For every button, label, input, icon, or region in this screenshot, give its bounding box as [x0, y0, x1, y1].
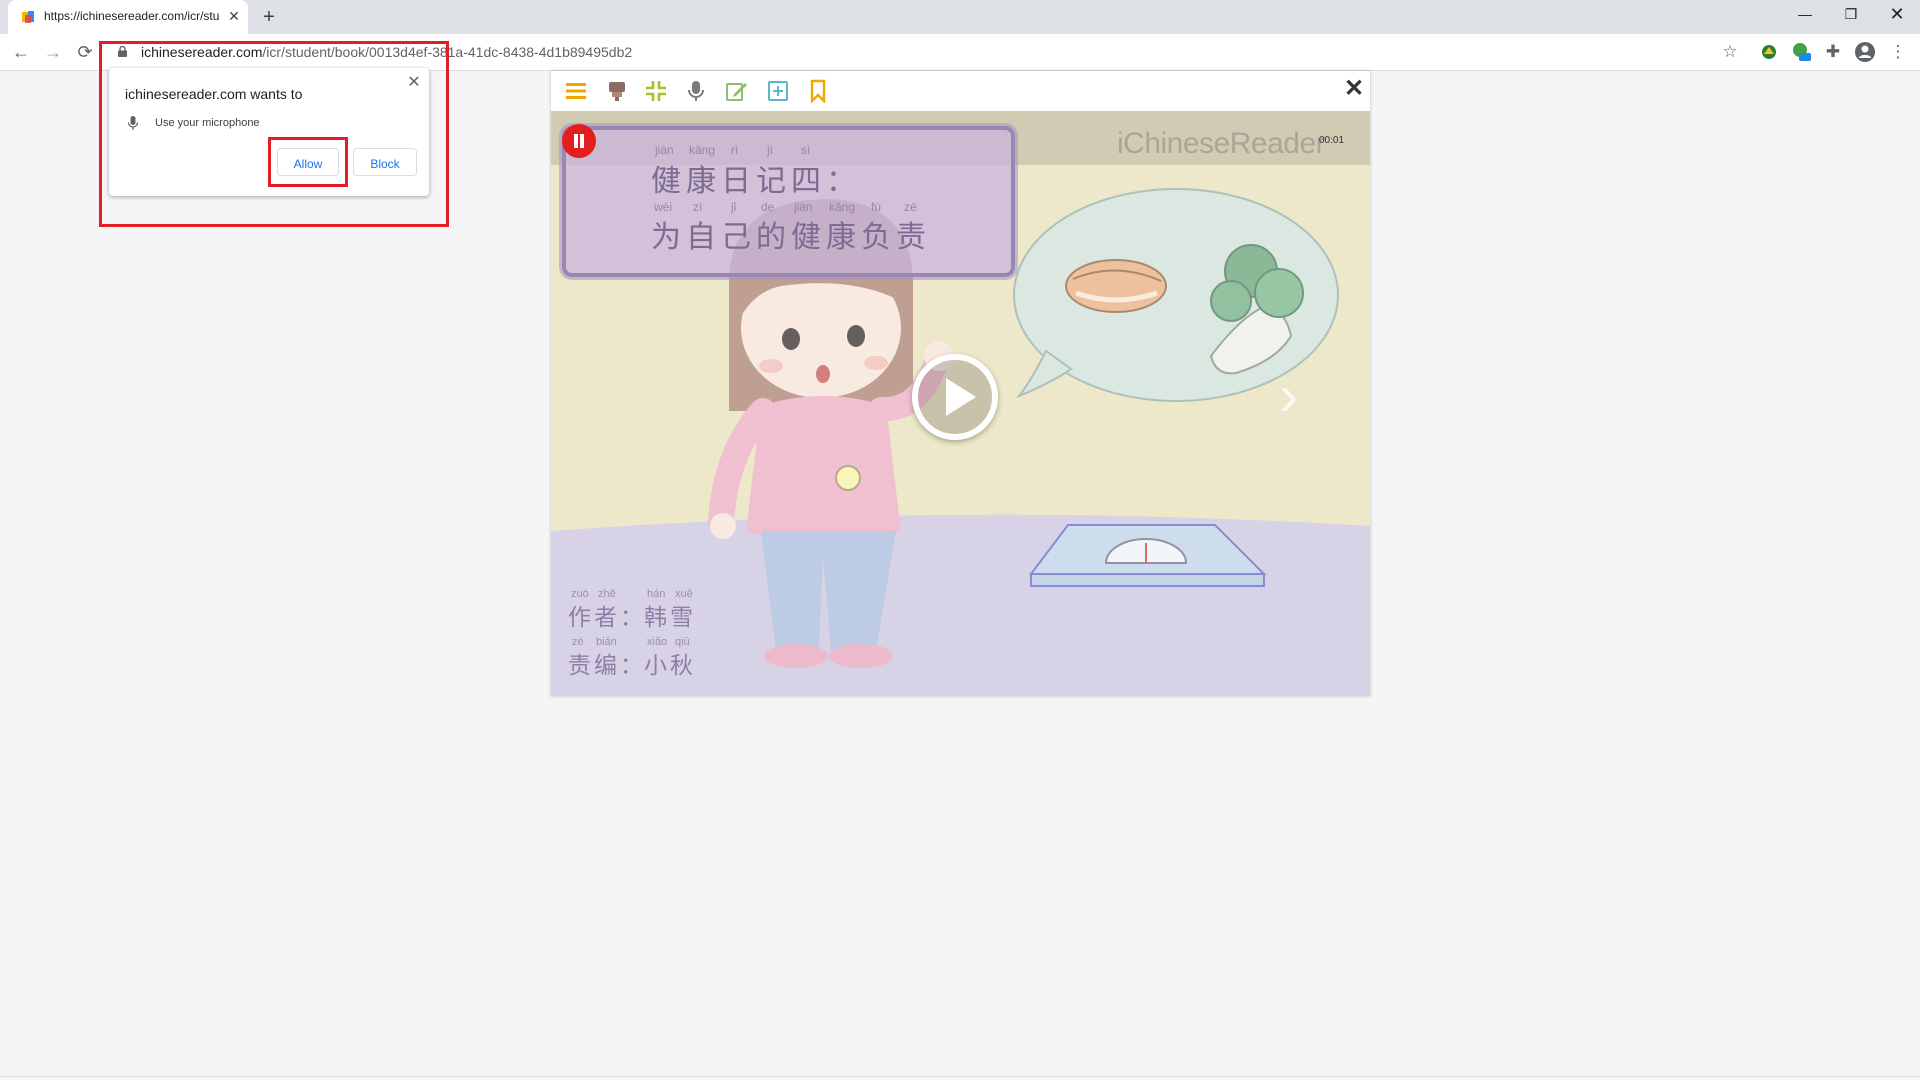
site-favicon-icon: [22, 11, 34, 23]
menu-kebab-icon[interactable]: ⋮: [1887, 41, 1909, 63]
permission-title: ichinesereader.com wants to: [125, 86, 303, 102]
pinyin-1-4: jì: [767, 143, 773, 157]
highlighter-icon[interactable]: [605, 79, 629, 103]
book-page: jiàn kāng rì jì sì 健康日记四： wèi zì jǐ de j…: [551, 111, 1370, 696]
bookmark-icon[interactable]: [806, 79, 830, 103]
back-button[interactable]: ←: [9, 40, 33, 64]
pinyin-1-3: rì: [731, 143, 739, 157]
record-microphone-icon[interactable]: [684, 79, 708, 103]
tab-strip: https://ichinesereader.com/icr/stu ✕ + —…: [0, 0, 1920, 34]
page-divider: [0, 1076, 1920, 1077]
reload-button[interactable]: ⟳: [73, 40, 97, 64]
title-line-1: 健康日记四：: [651, 164, 861, 199]
profile-avatar-icon[interactable]: [1854, 41, 1876, 63]
playback-timer: 00:01: [1319, 135, 1345, 146]
author-label: 作者：: [568, 605, 646, 631]
allow-highlight-box: [268, 137, 348, 187]
edit-note-icon[interactable]: [725, 79, 749, 103]
close-window-button[interactable]: ✕: [1874, 0, 1920, 30]
editor-name: 小秋: [644, 653, 696, 679]
bookmark-star-icon[interactable]: ☆: [1719, 41, 1741, 63]
next-page-icon[interactable]: ›: [1279, 367, 1309, 427]
restore-button[interactable]: ❐: [1828, 0, 1874, 30]
extension-icon[interactable]: [1758, 41, 1780, 63]
collapse-icon[interactable]: [644, 79, 668, 103]
extension-off-icon[interactable]: [1790, 41, 1812, 63]
permission-request-text: Use your microphone: [155, 117, 260, 129]
title-line-2: 为自己的健康负责: [651, 220, 931, 255]
minimize-button[interactable]: —: [1782, 0, 1828, 30]
browser-tab[interactable]: https://ichinesereader.com/icr/stu ✕: [8, 0, 248, 34]
reader-toolbar: ✕: [551, 71, 1370, 111]
block-button[interactable]: Block: [353, 148, 417, 176]
new-tab-button[interactable]: +: [258, 6, 280, 28]
close-reader-icon[interactable]: ✕: [1344, 77, 1364, 101]
book-reader: ✕ jiàn kāng rì jì sì 健康日记四： wèi zì jǐ de…: [551, 71, 1370, 696]
pinyin-1-5: sì: [801, 143, 811, 157]
microphone-icon: [127, 116, 139, 130]
hamburger-menu-icon[interactable]: [564, 79, 588, 103]
pause-button[interactable]: [562, 124, 596, 158]
add-icon[interactable]: [766, 79, 790, 103]
editor-label: 责编：: [568, 653, 646, 679]
pinyin-1-1: jiàn: [655, 143, 674, 157]
author-name: 韩雪: [644, 605, 696, 631]
play-button[interactable]: [912, 354, 998, 440]
tab-title: https://ichinesereader.com/icr/stu: [44, 9, 220, 23]
pinyin-1-2: kāng: [689, 143, 716, 157]
brand-watermark: iChineseReader: [1117, 127, 1326, 160]
permission-close-icon[interactable]: ✕: [405, 74, 423, 92]
forward-button[interactable]: →: [41, 40, 65, 64]
tab-close-icon[interactable]: ✕: [226, 8, 242, 24]
extensions-puzzle-icon[interactable]: ✚: [1822, 41, 1844, 63]
